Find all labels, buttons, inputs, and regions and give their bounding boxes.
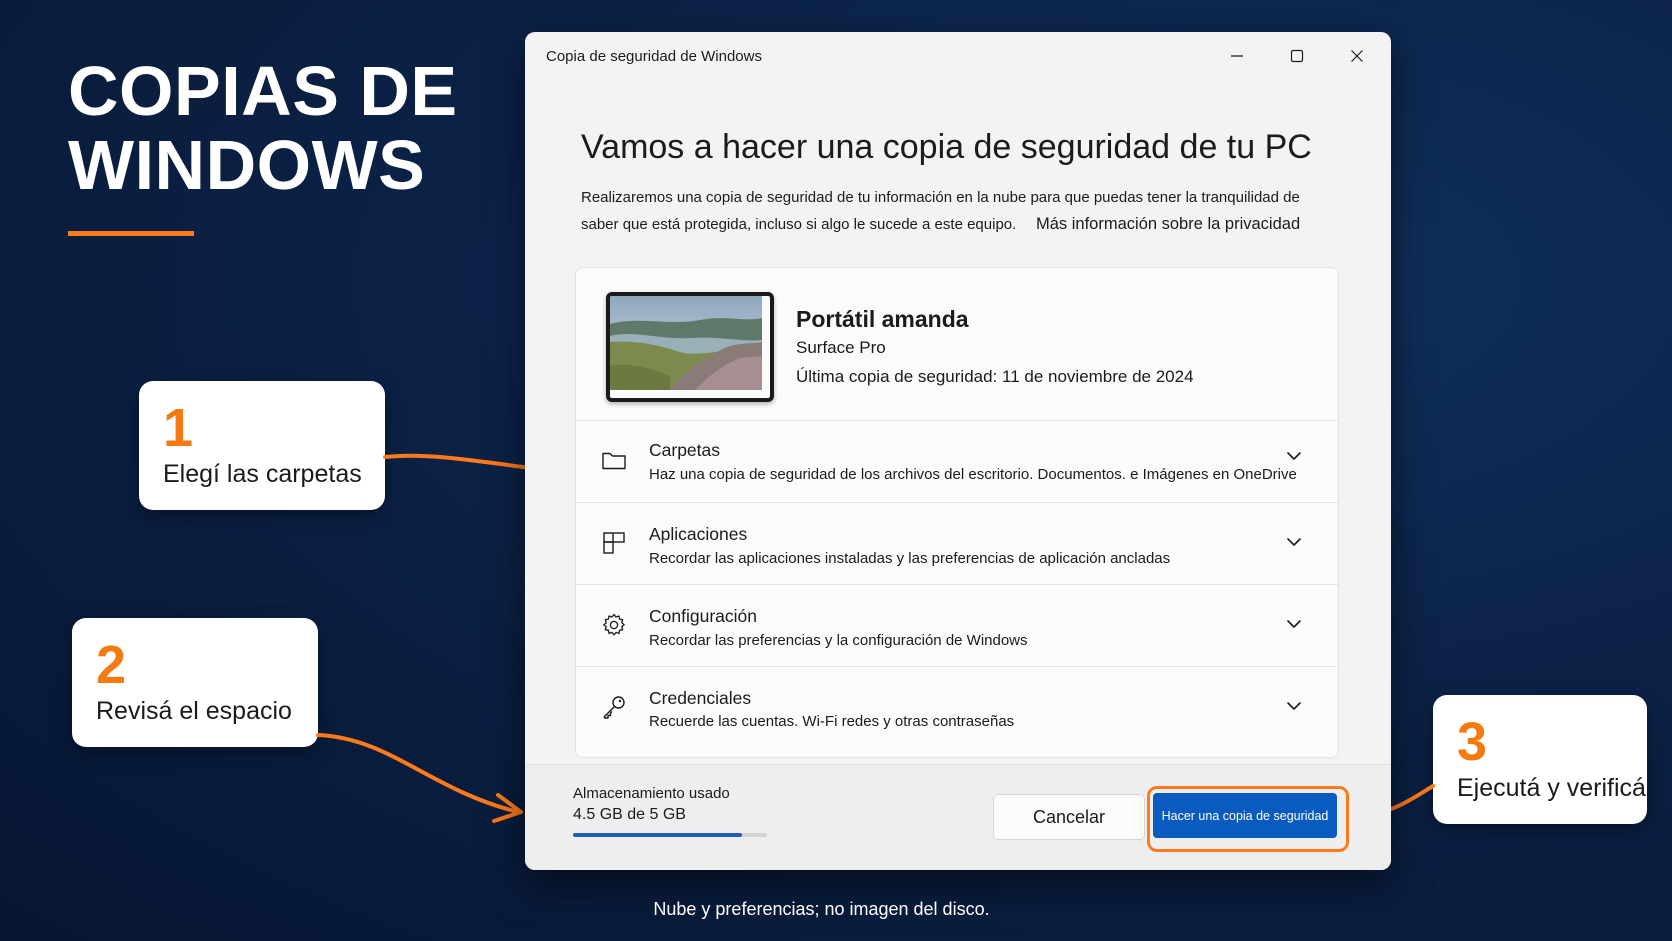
- storage-progress-fill: [573, 833, 742, 837]
- chevron-down-icon[interactable]: [1284, 614, 1304, 634]
- privacy-link[interactable]: Más información sobre la privacidad: [1036, 211, 1300, 238]
- callout-number: 2: [96, 635, 127, 695]
- section-title: Aplicaciones: [649, 524, 748, 544]
- arrow-to-storage: [316, 733, 520, 814]
- device-summary: Portátil amanda Surface Pro Última copia…: [576, 268, 1338, 421]
- maximize-button[interactable]: [1269, 36, 1325, 76]
- close-button[interactable]: [1329, 36, 1385, 76]
- section-row-settings[interactable]: Configuración Recordar las preferencias …: [576, 584, 1338, 667]
- section-row-credentials[interactable]: Credenciales Recuerde las cuentas. Wi-Fi…: [576, 666, 1338, 757]
- backup-now-button[interactable]: Hacer una copia de seguridad: [1153, 793, 1337, 838]
- callout-number: 3: [1457, 712, 1488, 772]
- page-title: Vamos a hacer una copia de seguridad de …: [581, 128, 1312, 166]
- device-name: Portátil amanda: [796, 306, 969, 332]
- callout-text: Revisá el espacio: [96, 697, 292, 725]
- storage-label: Almacenamiento usado: [573, 785, 730, 802]
- storage-progress-bar: [573, 833, 767, 837]
- cancel-button[interactable]: Cancelar: [993, 794, 1145, 840]
- key-icon: [603, 696, 625, 719]
- storage-value: 4.5 GB de 5 GB: [573, 806, 686, 823]
- callout-step-2: 2 Revisá el espacio: [72, 618, 318, 747]
- headline-line-1: COPIAS DE: [68, 52, 458, 130]
- gear-icon: [603, 613, 625, 636]
- backup-window: Copia de seguridad de Windows Vamos a ha…: [525, 32, 1391, 870]
- minimize-button[interactable]: [1209, 36, 1265, 76]
- section-subtitle: Recordar las preferencias y la configura…: [649, 632, 1028, 649]
- chevron-down-icon[interactable]: [1284, 696, 1304, 716]
- maximize-icon: [1290, 49, 1304, 63]
- chevron-down-icon[interactable]: [1284, 532, 1304, 552]
- backup-options-card: Portátil amanda Surface Pro Última copia…: [575, 267, 1339, 758]
- section-row-folders[interactable]: Carpetas Haz una copia de seguridad de l…: [576, 420, 1338, 503]
- section-subtitle: Haz una copia de seguridad de los archiv…: [649, 466, 1297, 483]
- description-line-1: Realizaremos una copia de seguridad de t…: [581, 189, 1300, 206]
- device-thumbnail: [606, 292, 774, 402]
- section-row-apps[interactable]: Aplicaciones Recordar las aplicaciones i…: [576, 502, 1338, 585]
- section-title: Credenciales: [649, 688, 752, 708]
- section-subtitle: Recordar las aplicaciones instaladas y l…: [649, 550, 1171, 567]
- window-title: Copia de seguridad de Windows: [546, 48, 762, 65]
- description-line-2: saber que está protegida, incluso si alg…: [581, 216, 1017, 233]
- section-title: Carpetas: [649, 440, 721, 460]
- callout-number: 1: [163, 398, 194, 458]
- chevron-down-icon[interactable]: [1284, 446, 1304, 466]
- apps-icon: [603, 532, 625, 554]
- last-backup-date: Última copia de seguridad: 11 de noviemb…: [796, 367, 1194, 386]
- title-bar[interactable]: Copia de seguridad de Windows: [525, 32, 1391, 78]
- device-model: Surface Pro: [796, 338, 886, 357]
- callout-text: Ejecutá y verificá: [1457, 774, 1646, 802]
- slide-caption: Nube y preferencias; no imagen del disco…: [653, 899, 990, 919]
- headline-line-2: WINDOWS: [68, 126, 426, 204]
- callout-text: Elegí las carpetas: [163, 460, 362, 488]
- callout-step-1: 1 Elegí las carpetas: [139, 381, 385, 510]
- window-footer: Almacenamiento usado 4.5 GB de 5 GB Canc…: [525, 764, 1391, 870]
- callout-step-3: 3 Ejecutá y verificá: [1433, 695, 1647, 824]
- close-icon: [1351, 50, 1363, 62]
- folder-icon: [602, 452, 626, 470]
- page-description: Realizaremos una copia de seguridad de t…: [581, 184, 1341, 238]
- minimize-icon: [1231, 55, 1243, 57]
- section-subtitle: Recuerde las cuentas. Wi-Fi redes y otra…: [649, 713, 1015, 730]
- arrow-head-2: [492, 793, 523, 823]
- section-title: Configuración: [649, 606, 757, 626]
- headline-underline: [68, 231, 194, 236]
- slide-headline: COPIAS DE WINDOWS: [68, 54, 458, 202]
- landscape-wallpaper-icon: [610, 296, 762, 390]
